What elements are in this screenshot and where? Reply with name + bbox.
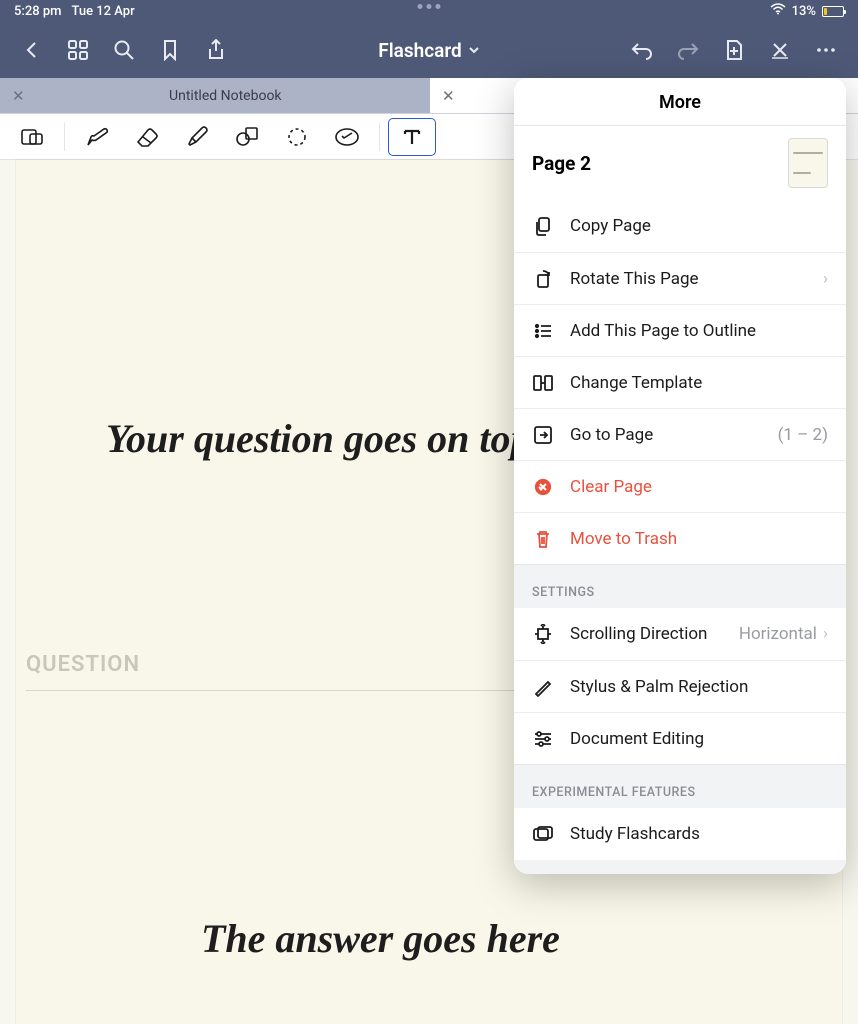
answer-text[interactable]: The answer goes here (201, 915, 560, 962)
menu-label: Study Flashcards (570, 824, 700, 844)
menu-goto-page[interactable]: Go to Page (1 – 2) (514, 408, 846, 460)
sliders-icon (532, 728, 554, 750)
document-title-button[interactable]: Flashcard (236, 39, 622, 62)
chevron-right-icon: › (823, 269, 828, 289)
shapes-tool[interactable] (223, 118, 271, 156)
menu-label: Go to Page (570, 425, 653, 445)
menu-label: Move to Trash (570, 529, 677, 549)
menu-label: Rotate This Page (570, 269, 699, 289)
status-bar: 5:28 pm Tue 12 Apr 13% (0, 0, 858, 22)
more-popover: More Page 2 Copy Page Rotate This Page ›… (514, 78, 846, 874)
battery-icon (822, 6, 844, 17)
scroll-value: Horizontal › (739, 624, 828, 644)
template-icon (532, 372, 554, 394)
clear-icon (532, 476, 554, 498)
tab-label: Untitled Notebook (33, 88, 418, 104)
sticker-tool[interactable] (323, 118, 371, 156)
menu-label: Change Template (570, 373, 702, 393)
popover-title: More (514, 78, 846, 126)
share-button[interactable] (196, 30, 236, 70)
redo-button[interactable] (668, 30, 708, 70)
settings-section-label: SETTINGS (514, 564, 846, 608)
tab-close-icon[interactable]: ✕ (442, 87, 455, 105)
menu-document-editing[interactable]: Document Editing (514, 712, 846, 764)
menu-copy-page[interactable]: Copy Page (514, 200, 846, 252)
status-date: Tue 12 Apr (71, 4, 134, 19)
menu-clear-page[interactable]: Clear Page (514, 460, 846, 512)
menu-label: Add This Page to Outline (570, 321, 756, 341)
menu-add-outline[interactable]: Add This Page to Outline (514, 304, 846, 356)
menu-label: Scrolling Direction (570, 624, 707, 644)
scroll-icon (532, 623, 554, 645)
document-title: Flashcard (378, 39, 461, 62)
multitask-indicator[interactable] (418, 4, 441, 9)
wifi-icon (770, 3, 786, 19)
menu-study-flashcards[interactable]: Study Flashcards (514, 808, 846, 860)
battery-percent: 13% (792, 4, 816, 19)
highlighter-tool[interactable] (173, 118, 221, 156)
menu-label: Stylus & Palm Rejection (570, 677, 748, 697)
menu-label: Document Editing (570, 729, 704, 749)
close-editing-button[interactable] (760, 30, 800, 70)
separator (64, 123, 65, 151)
separator (379, 123, 380, 151)
page-label: Page 2 (532, 152, 591, 175)
flashcards-icon (532, 823, 554, 845)
stylus-icon (532, 676, 554, 698)
menu-rotate-page[interactable]: Rotate This Page › (514, 252, 846, 304)
menu-stylus-palm[interactable]: Stylus & Palm Rejection (514, 660, 846, 712)
eraser-tool[interactable] (123, 118, 171, 156)
tab-close-icon[interactable]: ✕ (12, 87, 25, 105)
page-info-row: Page 2 (514, 126, 846, 200)
more-button[interactable] (806, 30, 846, 70)
text-tool[interactable] (388, 118, 436, 156)
page-thumbnail[interactable] (788, 138, 828, 188)
nav-bar: Flashcard (0, 22, 858, 78)
question-text[interactable]: Your question goes on top (106, 415, 531, 462)
goto-icon (532, 424, 554, 446)
menu-change-template[interactable]: Change Template (514, 356, 846, 408)
outline-icon (532, 320, 554, 342)
undo-button[interactable] (622, 30, 662, 70)
experimental-section-label: EXPERIMENTAL FEATURES (514, 764, 846, 808)
rotate-icon (532, 268, 554, 290)
menu-label: Clear Page (570, 477, 652, 497)
chevron-down-icon (468, 44, 480, 56)
lasso-tool[interactable] (273, 118, 321, 156)
bookmark-button[interactable] (150, 30, 190, 70)
menu-label: Copy Page (570, 216, 651, 236)
copy-icon (532, 215, 554, 237)
goto-range: (1 – 2) (778, 425, 828, 445)
grid-button[interactable] (58, 30, 98, 70)
tab-untitled[interactable]: ✕ Untitled Notebook (0, 78, 430, 113)
zoom-tool[interactable] (8, 118, 56, 156)
search-button[interactable] (104, 30, 144, 70)
trash-icon (532, 528, 554, 550)
menu-scrolling-direction[interactable]: Scrolling Direction Horizontal › (514, 608, 846, 660)
add-page-button[interactable] (714, 30, 754, 70)
menu-move-trash[interactable]: Move to Trash (514, 512, 846, 564)
pen-tool[interactable] (73, 118, 121, 156)
back-button[interactable] (12, 30, 52, 70)
status-time: 5:28 pm (14, 4, 61, 19)
